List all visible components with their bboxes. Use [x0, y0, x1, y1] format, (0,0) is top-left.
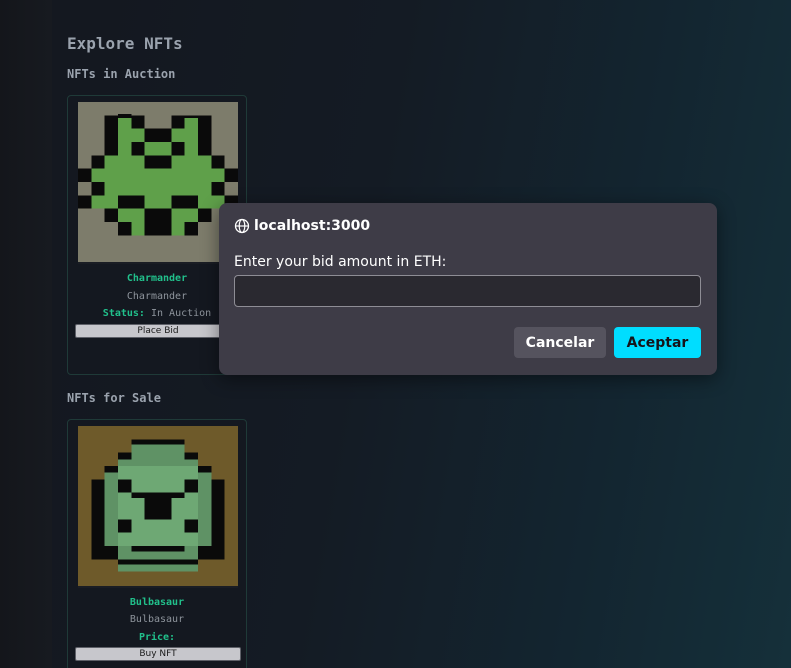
globe-icon: [234, 218, 250, 234]
pixel-ghost-icon: [78, 426, 238, 586]
nft-art-charmander: [78, 102, 238, 264]
sale-section-heading: NFTs for Sale: [67, 391, 161, 405]
status-label: Status:: [102, 308, 145, 319]
accept-button[interactable]: Aceptar: [614, 327, 701, 358]
dialog-origin-text: localhost:3000: [254, 218, 371, 234]
left-sidebar-strip: [0, 0, 52, 668]
nft-art-bulbasaur: [78, 426, 238, 588]
dialog-origin: localhost:3000: [234, 218, 370, 234]
bid-amount-input[interactable]: [234, 275, 701, 307]
place-bid-button[interactable]: Place Bid: [75, 324, 241, 338]
price-label: Price:: [138, 632, 176, 643]
bid-prompt-dialog: localhost:3000 Enter your bid amount in …: [219, 203, 717, 375]
buy-nft-button[interactable]: Buy NFT: [75, 647, 241, 661]
page-title: Explore NFTs: [67, 34, 183, 53]
nft-name: Bulbasaur: [129, 597, 185, 608]
nft-card-bulbasaur: Bulbasaur Bulbasaur Price: Buy NFT: [67, 419, 247, 668]
nft-description: Bulbasaur: [129, 614, 185, 625]
nft-price: Price:: [68, 632, 246, 643]
status-value: In Auction: [150, 308, 212, 319]
auction-section-heading: NFTs in Auction: [67, 67, 176, 81]
cancel-button[interactable]: Cancelar: [514, 327, 606, 358]
dialog-message: Enter your bid amount in ETH:: [234, 254, 447, 270]
pixel-frog-icon: [78, 102, 238, 262]
